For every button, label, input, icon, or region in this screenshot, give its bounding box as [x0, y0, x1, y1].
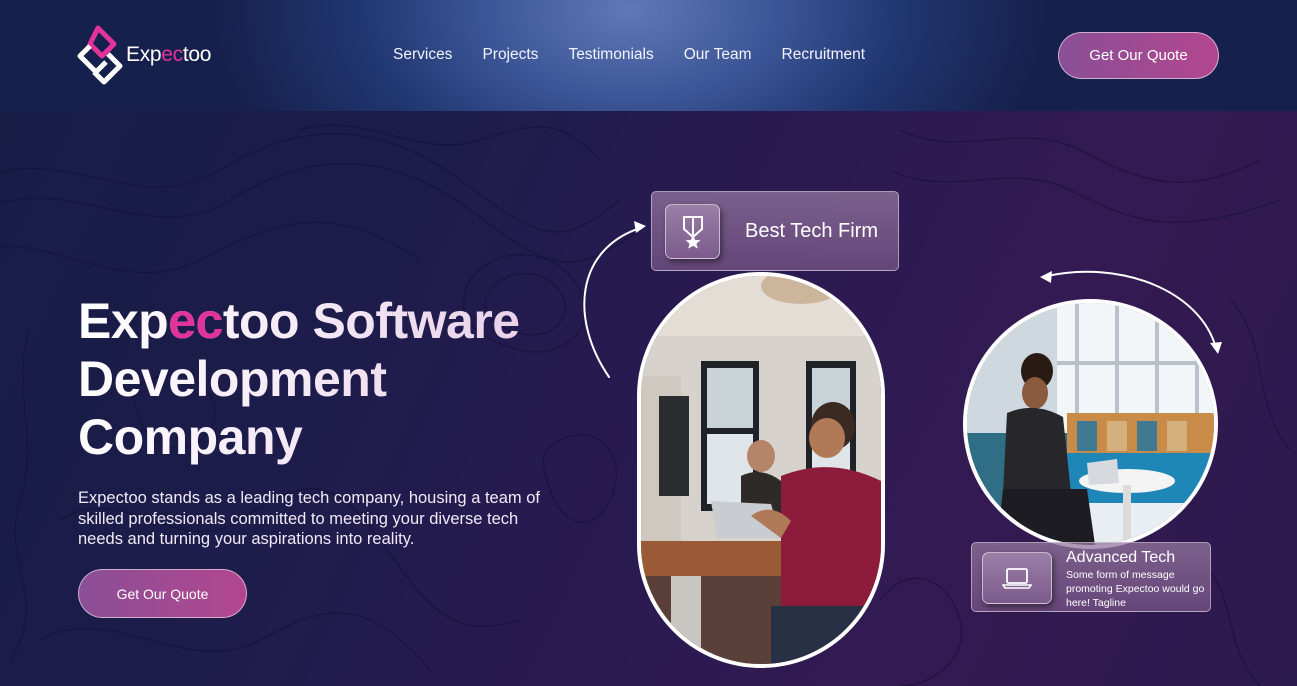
woman-photo [963, 299, 1218, 549]
best-tech-firm-card: Best Tech Firm [651, 191, 899, 271]
nav-item-testimonials[interactable]: Testimonials [568, 46, 653, 64]
advanced-tech-text: Some form of message promoting Expectoo … [1066, 569, 1205, 609]
hero-title: Expectoo Software Development Company [78, 293, 520, 465]
curved-arrow-left [583, 227, 641, 378]
advanced-tech-card: Advanced Tech Some form of message promo… [971, 542, 1211, 612]
team-photo [637, 272, 885, 668]
site-header: Expectoo Services Projects Testimonials … [0, 0, 1297, 111]
logo-mark-icon [77, 25, 123, 85]
nav-item-recruitment[interactable]: Recruitment [782, 46, 866, 64]
laptop-icon [982, 552, 1052, 604]
arrow-head-left-icon [634, 221, 646, 233]
arrow-head-right-end-icon [1210, 342, 1222, 354]
brand-logo[interactable]: Expectoo [76, 24, 211, 86]
brand-name: Expectoo [126, 43, 212, 66]
main-nav: Services Projects Testimonials Our Team … [393, 46, 895, 64]
medal-icon [665, 204, 720, 259]
header-quote-button[interactable]: Get Our Quote [1058, 32, 1219, 79]
nav-item-projects[interactable]: Projects [482, 46, 538, 64]
nav-item-services[interactable]: Services [393, 46, 452, 64]
nav-item-our-team[interactable]: Our Team [684, 46, 752, 64]
best-tech-firm-title: Best Tech Firm [745, 220, 878, 242]
hero-quote-button[interactable]: Get Our Quote [78, 569, 247, 618]
advanced-tech-title: Advanced Tech [1066, 549, 1176, 566]
hero-description: Expectoo stands as a leading tech compan… [78, 489, 540, 548]
arrow-head-right-start-icon [1040, 271, 1052, 283]
